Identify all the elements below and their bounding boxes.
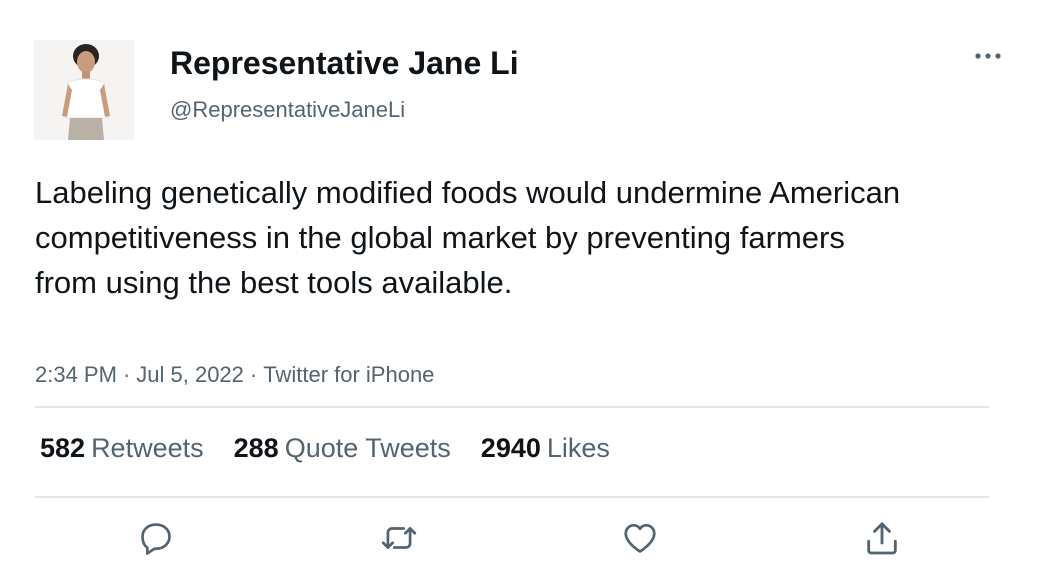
author-display-name[interactable]: Representative Jane Li xyxy=(170,44,519,82)
author-handle[interactable]: @RepresentativeJaneLi xyxy=(170,96,405,124)
tweet-meta: 2:34 PM · Jul 5, 2022 · Twitter for iPhone xyxy=(35,360,434,390)
avatar[interactable] xyxy=(34,40,134,140)
meta-separator: · xyxy=(249,362,258,387)
meta-separator: · xyxy=(122,362,131,387)
divider-bottom xyxy=(35,496,989,498)
tweet-stats: 582 Retweets 288 Quote Tweets 2940 Likes xyxy=(40,430,610,466)
likes-label: Likes xyxy=(546,433,610,463)
likes-stat[interactable]: 2940 Likes xyxy=(481,430,610,466)
divider-top xyxy=(35,406,989,408)
reply-icon xyxy=(137,519,175,562)
tweet-time[interactable]: 2:34 PM xyxy=(35,362,117,387)
retweet-icon xyxy=(379,519,419,562)
tweet-text: Labeling genetically modified foods woul… xyxy=(35,175,901,300)
quote-tweets-label: Quote Tweets xyxy=(284,433,451,463)
likes-count: 2940 xyxy=(480,433,541,463)
quote-tweets-stat[interactable]: 288 Quote Tweets xyxy=(234,430,451,466)
retweets-label: Retweets xyxy=(91,433,204,463)
quote-tweets-count: 288 xyxy=(233,433,279,463)
more-horizontal-icon[interactable] xyxy=(968,44,1008,68)
reply-button[interactable] xyxy=(134,518,178,562)
retweets-stat[interactable]: 582 Retweets xyxy=(40,430,204,466)
heart-icon xyxy=(620,519,660,562)
share-icon xyxy=(862,518,902,563)
like-button[interactable] xyxy=(618,518,662,562)
tweet-source[interactable]: Twitter for iPhone xyxy=(263,362,434,387)
tweet-date[interactable]: Jul 5, 2022 xyxy=(136,362,244,387)
retweets-count: 582 xyxy=(40,433,86,463)
retweet-button[interactable] xyxy=(377,518,421,562)
share-button[interactable] xyxy=(860,518,904,562)
